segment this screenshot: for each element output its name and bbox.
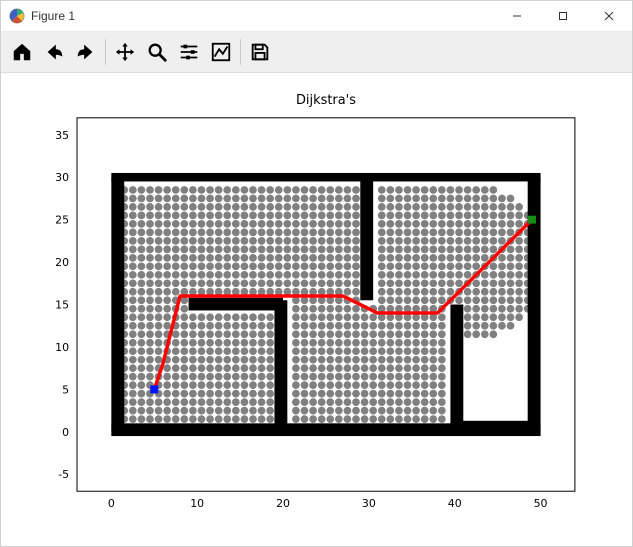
svg-text:10: 10 — [190, 497, 204, 510]
svg-text:5: 5 — [62, 383, 69, 396]
svg-text:35: 35 — [55, 129, 69, 142]
home-button[interactable] — [7, 36, 37, 68]
toolbar-separator — [240, 39, 241, 65]
svg-text:20: 20 — [55, 256, 69, 269]
svg-text:0: 0 — [62, 426, 69, 439]
plot-svg: Dijkstra's 0 10 20 30 40 50 -5 0 5 10 15 20 25 30 35 — [1, 73, 632, 546]
svg-text:30: 30 — [55, 171, 69, 184]
svg-text:25: 25 — [55, 214, 69, 227]
chart-title: Dijkstra's — [296, 93, 356, 108]
subplots-button[interactable] — [174, 36, 204, 68]
zoom-button[interactable] — [142, 36, 172, 68]
svg-text:50: 50 — [534, 497, 548, 510]
minimize-button[interactable] — [494, 1, 540, 31]
svg-text:15: 15 — [55, 299, 69, 312]
save-button[interactable] — [245, 36, 275, 68]
svg-text:-5: -5 — [58, 468, 69, 481]
maximize-button[interactable] — [540, 1, 586, 31]
axes-button[interactable] — [206, 36, 236, 68]
svg-text:0: 0 — [108, 497, 115, 510]
forward-button[interactable] — [71, 36, 101, 68]
titlebar: Figure 1 — [1, 1, 632, 32]
matplotlib-icon — [9, 8, 25, 24]
svg-text:30: 30 — [362, 497, 376, 510]
svg-text:20: 20 — [276, 497, 290, 510]
svg-text:40: 40 — [448, 497, 462, 510]
pan-button[interactable] — [110, 36, 140, 68]
plot-area[interactable]: Dijkstra's 0 10 20 30 40 50 -5 0 5 10 15 20 25 30 35 — [1, 73, 632, 546]
back-button[interactable] — [39, 36, 69, 68]
svg-text:10: 10 — [55, 341, 69, 354]
toolbar-separator — [105, 39, 106, 65]
window-title: Figure 1 — [31, 9, 75, 23]
close-button[interactable] — [586, 1, 632, 31]
toolbar — [1, 32, 632, 73]
